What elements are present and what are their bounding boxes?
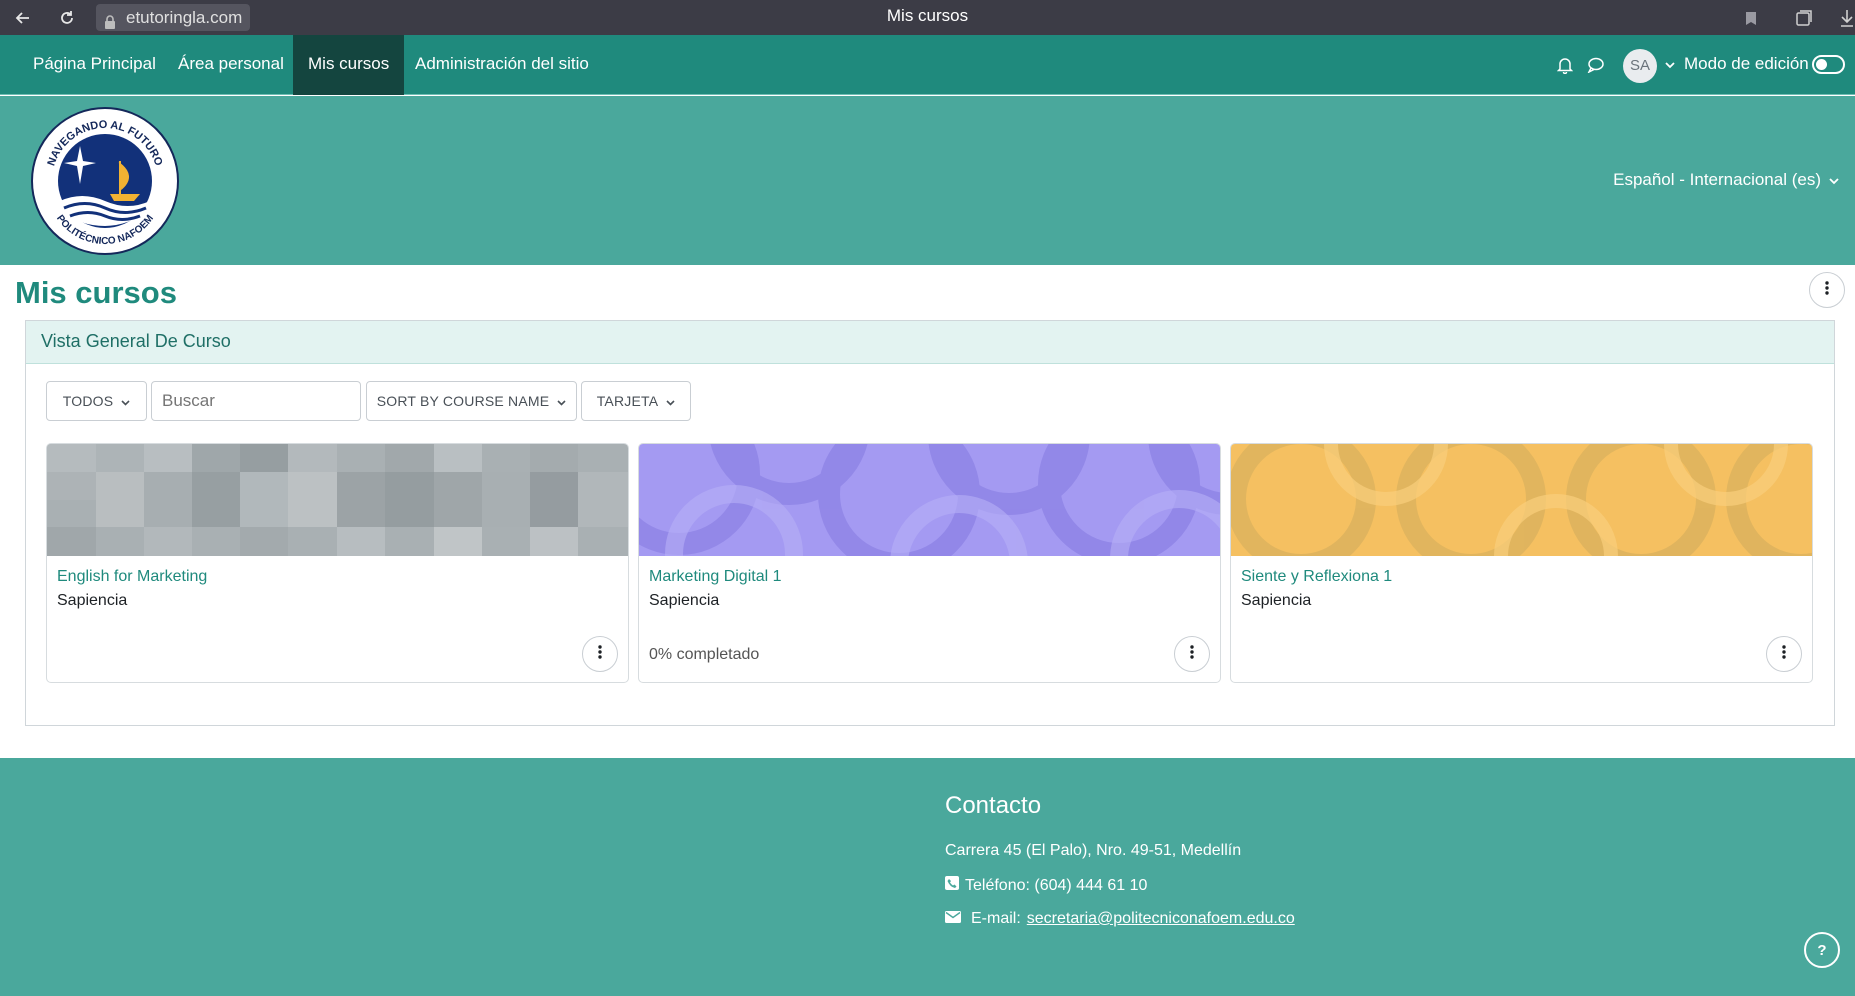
course-title[interactable]: English for Marketing [57, 568, 207, 586]
footer-email: E-mail: secretaria@politecniconafoem.edu… [945, 910, 1295, 928]
kebab-icon [1190, 644, 1194, 664]
course-overview-block: Vista General De Curso TODOS SORT BY COU… [25, 320, 1835, 726]
kebab-icon [1825, 280, 1829, 300]
bell-icon[interactable] [1553, 53, 1577, 77]
course-image[interactable] [639, 444, 1220, 556]
course-category: Sapiencia [1241, 592, 1312, 609]
chevron-down-icon[interactable] [1658, 53, 1682, 77]
bookmark-icon[interactable] [1738, 5, 1764, 31]
page-footer: Contacto Carrera 45 (El Palo), Nro. 49-5… [0, 758, 1855, 996]
collections-icon[interactable] [1791, 5, 1817, 31]
course-card[interactable]: Siente y Reflexiona 1 Sapiencia [1230, 443, 1813, 683]
course-image[interactable] [1231, 444, 1812, 556]
avatar[interactable]: SA [1623, 49, 1657, 83]
footer-phone: Teléfono: (604) 444 61 10 [945, 876, 1147, 895]
kebab-icon [598, 644, 602, 664]
footer-address: Carrera 45 (El Palo), Nro. 49-51, Medell… [945, 842, 1241, 860]
toggle-knob [1816, 59, 1827, 70]
question-icon: ? [1817, 941, 1827, 959]
course-card[interactable]: English for Marketing Sapiencia [46, 443, 629, 683]
page-actions-button[interactable] [1809, 272, 1845, 308]
grouping-label: TODOS [62, 393, 114, 409]
address-text: Carrera 45 (El Palo), Nro. 49-51, Medell… [945, 842, 1242, 859]
course-progress-text: 0% completado [649, 646, 760, 663]
course-image[interactable] [47, 444, 628, 556]
view-dropdown[interactable]: TARJETA [581, 381, 691, 421]
kebab-icon [1782, 644, 1786, 664]
view-label: TARJETA [596, 393, 659, 409]
window-title: Mis cursos [886, 6, 969, 25]
page-header: NAVEGANDO AL FUTURO POLITÉCNICO NAFOEM E… [0, 96, 1855, 265]
email-link[interactable]: secretaria@politecniconafoem.edu.co [1027, 910, 1295, 928]
edit-mode-toggle[interactable] [1812, 55, 1845, 74]
nav-home[interactable]: Página Principal [18, 35, 171, 95]
chevron-down-icon [1829, 170, 1839, 190]
block-heading: Vista General De Curso [26, 321, 1834, 364]
sort-label: SORT BY COURSE NAME [376, 393, 550, 409]
language-label: Español - Internacional (es) [1613, 170, 1821, 189]
help-button[interactable]: ? [1804, 932, 1840, 968]
phone-icon [945, 876, 959, 895]
school-logo: NAVEGANDO AL FUTURO POLITÉCNICO NAFOEM [31, 107, 179, 255]
browser-toolbar: etutoringla.com Mis cursos [0, 0, 1855, 35]
phone-text: Teléfono: (604) 444 61 10 [965, 876, 1148, 894]
course-actions-button[interactable] [1766, 636, 1802, 672]
course-title[interactable]: Marketing Digital 1 [649, 568, 782, 586]
nav-dashboard[interactable]: Área personal [163, 35, 299, 95]
language-selector[interactable]: Español - Internacional (es) [1613, 170, 1839, 190]
course-title[interactable]: Siente y Reflexiona 1 [1241, 568, 1392, 586]
course-actions-button[interactable] [582, 636, 618, 672]
page-title: Mis cursos [15, 275, 177, 310]
nav-site-admin[interactable]: Administración del sitio [400, 35, 604, 95]
email-label: E-mail: [971, 910, 1021, 927]
chevron-down-icon [557, 393, 566, 409]
course-category: Sapiencia [57, 592, 128, 609]
edit-mode-label: Modo de edición [1684, 54, 1809, 73]
download-icon[interactable] [1838, 5, 1855, 31]
chevron-down-icon [121, 393, 130, 409]
course-category: Sapiencia [649, 592, 720, 609]
messages-icon[interactable] [1584, 53, 1608, 77]
course-card[interactable]: Marketing Digital 1 Sapiencia 0% complet… [638, 443, 1221, 683]
nav-my-courses[interactable]: Mis cursos [293, 35, 405, 95]
main-navbar: Página Principal Área personal Mis curso… [0, 35, 1855, 95]
chevron-down-icon [666, 393, 675, 409]
sort-dropdown[interactable]: SORT BY COURSE NAME [366, 381, 577, 421]
envelope-icon [945, 910, 961, 928]
footer-heading: Contacto [945, 792, 1042, 819]
grouping-dropdown[interactable]: TODOS [46, 381, 147, 421]
search-input[interactable] [151, 381, 361, 421]
course-actions-button[interactable] [1174, 636, 1210, 672]
